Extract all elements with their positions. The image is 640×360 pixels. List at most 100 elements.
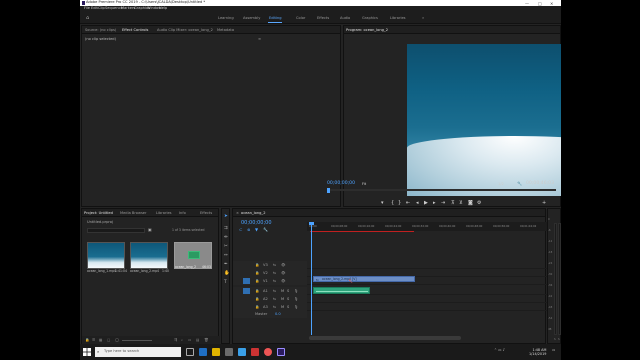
lock-icon[interactable]: 🔒	[255, 263, 259, 267]
solo-button[interactable]: S	[287, 305, 289, 310]
eye-icon[interactable]: 👁	[281, 271, 285, 275]
workspace-graphics[interactable]: Graphics	[362, 16, 378, 21]
windows-start-icon[interactable]	[82, 347, 92, 357]
workspace-effects[interactable]: Effects	[317, 16, 329, 21]
media-app-icon[interactable]	[251, 348, 259, 356]
workspace-audio[interactable]: Audio	[340, 16, 350, 21]
timeline-timecode[interactable]: 00;00;00;00	[241, 221, 272, 226]
play-icon[interactable]: ▶	[424, 201, 428, 206]
bin-icon[interactable]: ▣	[148, 228, 152, 232]
task-view-icon[interactable]	[186, 348, 194, 356]
premiere-taskbar-icon[interactable]	[277, 348, 285, 356]
project-item-thumbnail[interactable]	[87, 242, 125, 269]
lock-icon[interactable]: 🔒	[255, 271, 259, 275]
mute-button[interactable]: M	[281, 305, 284, 310]
tab-info[interactable]: Info	[179, 211, 186, 216]
tab-media-browser[interactable]: Media Browser	[120, 211, 147, 216]
eye-icon[interactable]: 👁	[281, 279, 285, 283]
file-explorer-icon[interactable]	[212, 348, 220, 356]
automate-icon[interactable]: ⇶	[174, 338, 177, 342]
menu-file[interactable]: File	[84, 7, 90, 11]
selection-tool-icon[interactable]: ➤	[224, 214, 228, 220]
tab-effect-controls[interactable]: Effect Controls	[122, 28, 148, 33]
lock-icon[interactable]: 🔒	[255, 279, 259, 283]
microphone-icon[interactable]: 🎙	[294, 305, 298, 309]
timeline-scrollbar[interactable]	[309, 336, 461, 340]
add-marker-icon[interactable]: ▼	[255, 228, 258, 232]
microphone-icon[interactable]: 🎙	[294, 297, 298, 301]
sync-lock-icon[interactable]: ⇆	[273, 289, 276, 293]
list-view-icon[interactable]: ☰	[92, 338, 95, 342]
taskbar-clock[interactable]: 1:48 AM 1/14/2019	[529, 348, 546, 356]
go-to-out-icon[interactable]: ⇥	[441, 201, 445, 206]
razor-tool-icon[interactable]: ✂	[224, 244, 228, 250]
extract-icon[interactable]: ⊻	[459, 201, 463, 206]
lift-icon[interactable]: ⊼	[451, 201, 455, 206]
icon-view-icon[interactable]: ▦	[99, 338, 102, 342]
mail-icon[interactable]	[238, 348, 246, 356]
project-item-thumbnail[interactable]	[130, 242, 168, 269]
freeform-view-icon[interactable]: ▢	[107, 338, 110, 342]
program-scrub-bar[interactable]	[328, 189, 556, 191]
wrench-icon[interactable]: 🔧	[517, 181, 522, 186]
mute-button[interactable]: M	[281, 297, 284, 302]
menu-clip[interactable]: Clip	[98, 7, 105, 11]
find-icon[interactable]: ⌕	[181, 338, 183, 342]
lock-icon[interactable]: 🔒	[255, 305, 259, 309]
lock-icon[interactable]: 🔒	[255, 289, 259, 293]
ripple-edit-tool-icon[interactable]: ⇹	[224, 235, 228, 241]
notifications-icon[interactable]: ▭	[552, 348, 555, 353]
lock-icon[interactable]: 🔒	[85, 338, 89, 342]
workspace-learning[interactable]: Learning	[218, 16, 234, 21]
tab-project[interactable]: Project: Untitled	[84, 211, 113, 216]
sync-lock-icon[interactable]: ⇆	[273, 279, 276, 283]
solo-left-button[interactable]: S	[554, 338, 556, 341]
audio-clip[interactable]	[313, 287, 370, 294]
source-patch-a1[interactable]	[243, 288, 250, 294]
in-point-icon[interactable]: {	[391, 201, 394, 206]
sync-lock-icon[interactable]: ⇆	[273, 305, 276, 309]
master-value[interactable]: 0.0	[275, 312, 281, 317]
step-back-icon[interactable]: ◂	[416, 201, 419, 206]
project-search-input[interactable]	[87, 228, 145, 233]
snap-icon[interactable]: ⊂	[239, 228, 242, 232]
timeline-close-icon[interactable]: ×	[236, 211, 239, 216]
hand-tool-icon[interactable]: ✋	[224, 271, 230, 277]
workspace-color[interactable]: Color	[296, 16, 305, 21]
type-tool-icon[interactable]: T	[224, 280, 227, 286]
workspace-assembly[interactable]: Assembly	[243, 16, 260, 21]
menu-edit[interactable]: Edit	[91, 7, 98, 11]
plus-icon[interactable]: +	[542, 201, 546, 206]
resolution-dropdown[interactable]: 1/2	[498, 182, 504, 187]
video-clip[interactable]: fx ocean_long_2.mp4 [V]	[313, 276, 415, 282]
taskbar-search-input[interactable]: ⌕ Type here to search	[95, 347, 181, 357]
edge-icon[interactable]	[199, 348, 207, 356]
slip-tool-icon[interactable]: ↔	[224, 253, 228, 259]
go-to-in-icon[interactable]: ⇤	[406, 201, 410, 206]
solo-right-button[interactable]: S	[558, 338, 560, 341]
menu-help[interactable]: Help	[159, 7, 167, 11]
new-item-icon[interactable]: ▤	[196, 338, 199, 342]
trash-icon[interactable]: 🗑	[204, 338, 209, 342]
microphone-icon[interactable]: 🎙	[294, 289, 298, 293]
tab-metadata[interactable]: Metadata	[217, 28, 234, 33]
marker-icon[interactable]: ▾	[381, 201, 384, 206]
program-current-timecode[interactable]: 00;00;00;00	[327, 181, 355, 187]
new-bin-icon[interactable]: ▭	[188, 338, 191, 342]
store-icon[interactable]	[225, 348, 233, 356]
chrome-icon[interactable]	[264, 348, 272, 356]
system-tray-icons[interactable]: ⌃ ▭ ♪	[494, 348, 505, 353]
workspace-more-button[interactable]: »	[422, 16, 424, 21]
time-ruler[interactable]: 00;00 00;00;08;00 00;00;16;00 00;00;24;0…	[307, 222, 547, 231]
workspace-libraries[interactable]: Libraries	[390, 16, 406, 21]
tab-audio-clip-mixer[interactable]: Audio Clip Mixer: ocean_long_2	[157, 28, 213, 33]
fit-dropdown[interactable]: Fit	[362, 182, 366, 187]
tab-source[interactable]: Source: (no clips)	[85, 28, 116, 33]
source-patch-v1[interactable]	[243, 278, 250, 284]
out-point-icon[interactable]: }	[398, 201, 401, 206]
panel-menu-icon[interactable]: ≡	[258, 37, 261, 42]
tab-effects[interactable]: Effects	[200, 211, 212, 216]
mute-button[interactable]: M	[281, 289, 284, 294]
lock-icon[interactable]: 🔒	[255, 297, 259, 301]
track-select-tool-icon[interactable]: ⇉	[224, 226, 228, 232]
